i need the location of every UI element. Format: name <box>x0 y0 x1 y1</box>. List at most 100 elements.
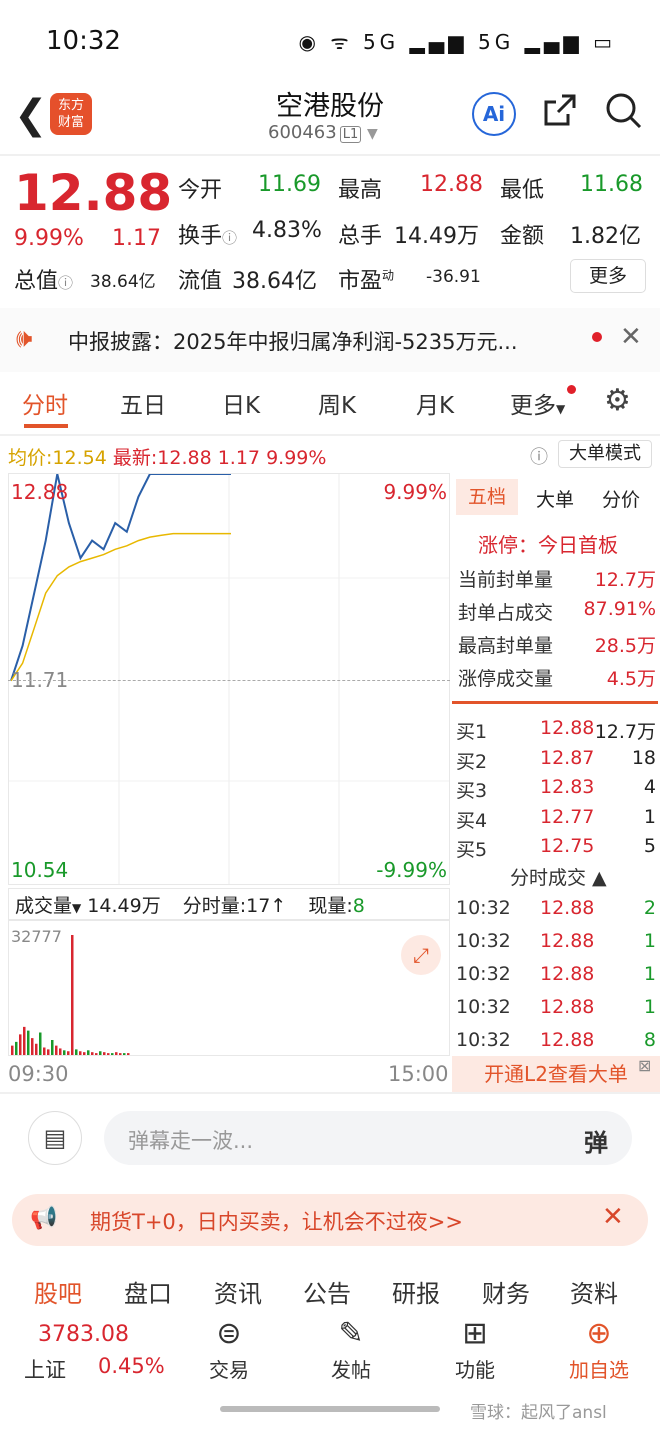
volume-bar <box>99 1051 102 1055</box>
notice-bar[interactable]: 🕪 中报披露：2025年中报归属净利润-5235万元... ✕ <box>0 308 660 372</box>
edit-icon: ✎ <box>338 1316 364 1351</box>
book-volume: 1 <box>643 805 656 828</box>
close-icon[interactable]: ✕ <box>620 322 642 352</box>
trade-volume: 1 <box>643 963 656 985</box>
panel-tab-level5[interactable]: 五档 <box>456 479 518 515</box>
nav-add-watchlist[interactable]: ⊕ 加自选 <box>554 1314 644 1383</box>
home-indicator <box>220 1406 440 1412</box>
trade-price: 12.88 <box>540 963 595 985</box>
volume-chart[interactable]: 32777 ⤢ <box>8 920 450 1056</box>
trade-volume: 8 <box>643 1029 656 1051</box>
prev-close-line <box>8 680 450 681</box>
trades-title[interactable]: 分时成交 ▲ <box>510 863 607 890</box>
close-icon[interactable]: ⊠ <box>638 1056 651 1075</box>
gear-icon[interactable]: ⚙ <box>604 383 631 418</box>
now-value: 8 <box>352 895 365 917</box>
trade-time: 10:32 <box>456 897 511 919</box>
price-line <box>10 474 231 682</box>
volume-header: 成交量▼ 14.49万 分时量:17↑ 现量:8 <box>8 888 450 920</box>
volume-bar <box>23 1026 26 1055</box>
share-icon[interactable] <box>537 90 583 136</box>
tab-news[interactable]: 资讯 <box>214 1274 262 1309</box>
book-level: 买4 <box>456 809 488 832</box>
tab-finance[interactable]: 财务 <box>482 1274 530 1309</box>
index-pct: 0.45% <box>98 1354 165 1378</box>
stat-row: 当前封单量 12.7万 <box>456 565 656 595</box>
panel-tab-price-split[interactable]: 分价 <box>602 485 640 512</box>
tab-monthly-k[interactable]: 月K <box>416 386 454 420</box>
nav-post[interactable]: ✎ 发帖 <box>306 1314 396 1383</box>
volume-bar <box>47 1049 50 1055</box>
more-button[interactable]: 更多 <box>570 259 646 293</box>
intraday-chart[interactable]: 12.88 9.99% 10.54 -9.99% 11.71 <box>8 473 450 885</box>
volume-label[interactable]: 成交量 <box>15 895 72 917</box>
pe-label: 市盈动 <box>338 263 394 295</box>
tab-handicap[interactable]: 盘口 <box>124 1274 172 1309</box>
volume-label: 总手 <box>338 224 383 249</box>
open-value: 11.69 <box>258 172 321 197</box>
volume-bar <box>63 1050 66 1055</box>
volume-bar <box>27 1030 30 1055</box>
promo-text: 期货T+0，日内买卖，让机会不过夜>> <box>90 1210 463 1234</box>
trade-row: 10:32 12.88 1 <box>456 996 656 1026</box>
book-level: 买2 <box>456 750 488 773</box>
close-icon[interactable]: ✕ <box>602 1202 624 1232</box>
tab-more[interactable]: 更多▼ <box>510 386 565 420</box>
volume-bar <box>103 1052 106 1055</box>
watermark: 雪球：起风了ansl <box>470 1403 607 1423</box>
book-price: 12.77 <box>540 805 595 828</box>
volume-bar <box>91 1052 94 1055</box>
y-max-label: 12.88 <box>11 480 69 504</box>
tab-research[interactable]: 研报 <box>392 1274 440 1309</box>
tab-announcement[interactable]: 公告 <box>303 1274 351 1309</box>
mcap-value: 38.64亿 <box>90 272 156 292</box>
yuan-icon: ⊜ <box>216 1316 242 1351</box>
book-price: 12.88 <box>540 717 595 739</box>
tab-5day[interactable]: 五日 <box>120 386 166 420</box>
info-icon[interactable]: ⓘ <box>222 229 237 247</box>
expand-icon[interactable]: ⤢ <box>401 935 441 975</box>
tab-profile[interactable]: 资料 <box>570 1274 618 1309</box>
chevron-down-icon: ▼ <box>366 126 378 142</box>
index-name[interactable]: 上证 <box>24 1354 66 1384</box>
turnover-label-text: 换手 <box>178 224 223 249</box>
volume-chart-svg <box>11 935 130 1055</box>
turnover-value: 4.83% <box>252 218 322 243</box>
nav-functions[interactable]: ⊞ 功能 <box>430 1314 520 1383</box>
price-chart-svg <box>9 474 449 884</box>
panel-tab-big-order[interactable]: 大单 <box>536 485 574 512</box>
search-icon[interactable] <box>600 90 646 136</box>
danmaku-toggle-icon[interactable]: 弹 <box>584 1123 608 1158</box>
stat-label: 封单占成交 <box>458 602 554 624</box>
stock-code[interactable]: 600463 L1 ▼ <box>268 122 378 143</box>
help-icon[interactable]: ⓘ <box>530 443 548 469</box>
stat-row: 最高封单量 28.5万 <box>456 631 656 661</box>
info-icon[interactable]: ⓘ <box>58 274 73 292</box>
volume-bar <box>59 1048 62 1055</box>
tab-intraday[interactable]: 分时 <box>22 386 68 420</box>
low-label: 最低 <box>500 178 545 203</box>
volume-bar <box>115 1052 118 1055</box>
tab-weekly-k[interactable]: 周K <box>318 386 356 420</box>
volume-bar <box>123 1053 126 1055</box>
amount-value: 1.82亿 <box>570 224 641 249</box>
note-settings-icon[interactable]: ▤ <box>28 1111 82 1165</box>
tab-forum[interactable]: 股吧 <box>34 1274 82 1309</box>
big-order-mode-button[interactable]: 大单模式 <box>558 440 652 468</box>
grid-icon: ⊞ <box>462 1316 488 1351</box>
avg-label: 均价: <box>8 447 53 469</box>
open-label: 今开 <box>178 178 223 203</box>
promo-banner[interactable]: 📢 期货T+0，日内买卖，让机会不过夜>> ✕ <box>12 1194 648 1246</box>
nav-functions-label: 功能 <box>455 1358 495 1382</box>
volume-value: 14.49万 <box>394 224 479 249</box>
code-text: 600463 <box>268 122 337 143</box>
order-book-row: 买4 12.77 1 <box>456 806 656 836</box>
index-value[interactable]: 3783.08 <box>38 1322 129 1347</box>
tab-daily-k[interactable]: 日K <box>222 386 260 420</box>
l2-upgrade-banner[interactable]: 开通L2查看大单 <box>452 1056 660 1092</box>
panel-divider <box>452 701 658 704</box>
nav-trade[interactable]: ⊜ 交易 <box>184 1314 274 1383</box>
high-label: 最高 <box>338 178 383 203</box>
ai-button[interactable]: Ai <box>472 92 516 136</box>
danmaku-input[interactable]: 弹幕走一波... 弹 <box>104 1111 632 1165</box>
